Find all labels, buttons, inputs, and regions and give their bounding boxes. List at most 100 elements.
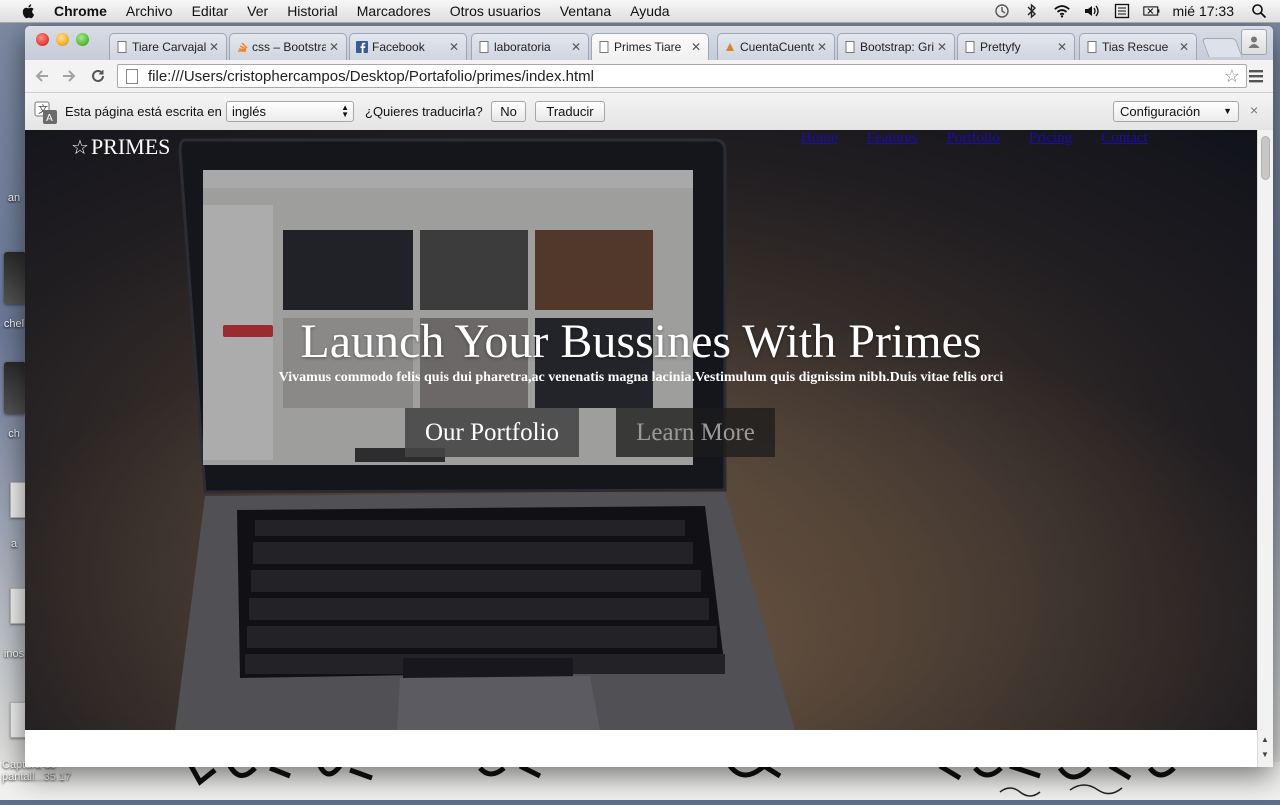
language-select-value: inglés <box>232 104 266 119</box>
profile-button[interactable] <box>1241 29 1267 55</box>
translate-question: ¿Quieres traducirla? <box>365 104 483 119</box>
desktop-icon-label: a <box>10 538 18 550</box>
our-portfolio-button[interactable]: Our Portfolio <box>405 408 579 457</box>
nav-contact[interactable]: Contact <box>1101 130 1148 147</box>
battery-icon[interactable] <box>1142 3 1161 19</box>
close-icon[interactable]: ✕ <box>691 40 701 54</box>
tab-title: laboratoria <box>494 40 551 54</box>
back-button[interactable] <box>31 65 53 87</box>
bluetooth-icon[interactable] <box>1023 3 1041 19</box>
scrollbar-thumb[interactable] <box>1261 136 1270 180</box>
wallpaper-lettering-graphic <box>187 762 1176 797</box>
stackoverflow-icon <box>236 41 248 53</box>
page-scrollbar[interactable]: ▲ ▼ <box>1257 130 1273 767</box>
wifi-icon[interactable] <box>1053 3 1071 19</box>
close-icon[interactable]: ✕ <box>1179 40 1189 54</box>
menu-otros-usuarios[interactable]: Otros usuarios <box>450 3 541 19</box>
apple-icon[interactable] <box>20 2 38 20</box>
no-translate-button[interactable]: No <box>491 101 526 122</box>
close-icon[interactable]: ✕ <box>937 40 947 54</box>
hamburger-menu-icon[interactable] <box>1247 67 1265 85</box>
desktop-file-icon[interactable] <box>4 252 26 304</box>
close-icon[interactable]: ✕ <box>329 40 339 54</box>
browser-toolbar: file:///Users/cristophercampos/Desktop/P… <box>25 60 1273 92</box>
nav-home[interactable]: Home <box>801 130 838 147</box>
tab-title: Prettyfy <box>980 40 1021 54</box>
hero-section: ☆ PRIMES Home Features Portfolio Pricing… <box>25 130 1257 730</box>
translate-settings-label: Configuración <box>1120 104 1201 119</box>
tab-strip: Tiare Carvajal ✕ css – Bootstrap ✕ Faceb… <box>25 26 1273 60</box>
select-arrows-icon: ▲ ▼ <box>341 103 349 119</box>
language-select[interactable]: inglés ▲ ▼ <box>226 101 354 122</box>
menu-app-name[interactable]: Chrome <box>54 3 107 19</box>
page-icon <box>964 41 976 53</box>
nav-features[interactable]: Features <box>867 130 918 147</box>
volume-icon[interactable] <box>1083 3 1101 19</box>
screenshot-label-line2: pantall...35.17 <box>2 771 72 783</box>
star-icon: ☆ <box>71 136 89 159</box>
tab-facebook[interactable]: Facebook ✕ <box>349 33 467 60</box>
learn-more-button[interactable]: Learn More <box>616 408 775 457</box>
tab-title: Facebook <box>372 40 425 54</box>
bookmark-star-icon[interactable]: ☆ <box>1224 66 1240 87</box>
desktop-file-icon[interactable] <box>4 362 26 414</box>
translate-settings-select[interactable]: Configuración ▼ <box>1113 101 1239 122</box>
menu-archivo[interactable]: Archivo <box>126 3 173 19</box>
tab-title: Tiare Carvajal <box>132 40 206 54</box>
close-icon[interactable]: ✕ <box>817 40 827 54</box>
address-bar[interactable]: file:///Users/cristophercampos/Desktop/P… <box>117 64 1247 88</box>
hero-title: Launch Your Bussines With Primes <box>300 315 982 368</box>
nav-pricing[interactable]: Pricing <box>1029 130 1072 147</box>
translate-button[interactable]: Traducir <box>535 101 605 122</box>
menu-ver[interactable]: Ver <box>247 3 268 19</box>
menu-editar[interactable]: Editar <box>192 3 229 19</box>
tab-title: Tias Rescue <box>1102 40 1169 54</box>
svg-text:A: A <box>46 113 53 124</box>
close-icon[interactable]: ✕ <box>449 40 459 54</box>
url-text[interactable]: file:///Users/cristophercampos/Desktop/P… <box>148 68 594 85</box>
time-machine-icon[interactable] <box>993 3 1011 19</box>
close-icon[interactable]: ✕ <box>209 40 219 54</box>
tab-css-bootstrap[interactable]: css – Bootstrap ✕ <box>229 33 347 60</box>
page-icon <box>116 41 128 53</box>
close-icon[interactable]: ✕ <box>571 40 581 54</box>
spotlight-icon[interactable] <box>1250 3 1268 19</box>
menu-ventana[interactable]: Ventana <box>560 3 611 19</box>
tab-tias-rescue[interactable]: Tias Rescue ✕ <box>1079 33 1197 60</box>
clock[interactable]: mié 17:33 <box>1173 3 1234 19</box>
translate-infobar: 文 A Esta página está escrita en inglés ▲… <box>25 92 1273 132</box>
arrow-right-icon <box>63 70 76 82</box>
tab-title: CuentaCuentos <box>740 40 814 54</box>
close-icon[interactable]: × <box>1250 102 1258 118</box>
browser-window: Tiare Carvajal ✕ css – Bootstrap ✕ Faceb… <box>25 26 1273 767</box>
keyboard-input-icon[interactable] <box>1113 3 1131 19</box>
scroll-up-arrow-icon[interactable]: ▲ <box>1261 735 1269 744</box>
tab-laboratoria[interactable]: laboratoria ✕ <box>471 33 589 60</box>
minimize-window-button[interactable] <box>56 33 69 46</box>
user-icon <box>1248 36 1260 48</box>
menu-ayuda[interactable]: Ayuda <box>630 3 669 19</box>
menu-historial[interactable]: Historial <box>287 3 338 19</box>
page-icon <box>1086 41 1098 53</box>
tab-prettyfy[interactable]: Prettyfy ✕ <box>957 33 1075 60</box>
close-window-button[interactable] <box>36 33 49 46</box>
brand-name: PRIMES <box>90 134 171 159</box>
tab-bootstrap-grid[interactable]: Bootstrap: Grid ✕ <box>837 33 955 60</box>
menu-marcadores[interactable]: Marcadores <box>357 3 431 19</box>
scroll-down-arrow-icon[interactable]: ▼ <box>1261 750 1269 759</box>
forward-button[interactable] <box>58 65 80 87</box>
reload-icon <box>92 69 104 82</box>
desktop-icon-label: chel <box>3 318 25 330</box>
tab-cuentacuentos[interactable]: CuentaCuentos ✕ <box>717 33 835 60</box>
tab-tiare-carvajal[interactable]: Tiare Carvajal ✕ <box>109 33 227 60</box>
main-nav: Home Features Portfolio Pricing Contact <box>801 130 1177 147</box>
tab-primes-tiare[interactable]: Primes Tiare ✕ <box>591 33 709 60</box>
new-tab-button[interactable] <box>1201 38 1243 57</box>
page-icon <box>598 41 610 53</box>
close-icon[interactable]: ✕ <box>1057 40 1067 54</box>
zoom-window-button[interactable] <box>76 33 89 46</box>
reload-button[interactable] <box>87 65 109 87</box>
nav-portfolio[interactable]: Portfolio <box>947 130 1000 147</box>
translate-prefix-text: Esta página está escrita en <box>65 104 222 119</box>
brand-logo[interactable]: ☆ PRIMES <box>71 134 170 160</box>
